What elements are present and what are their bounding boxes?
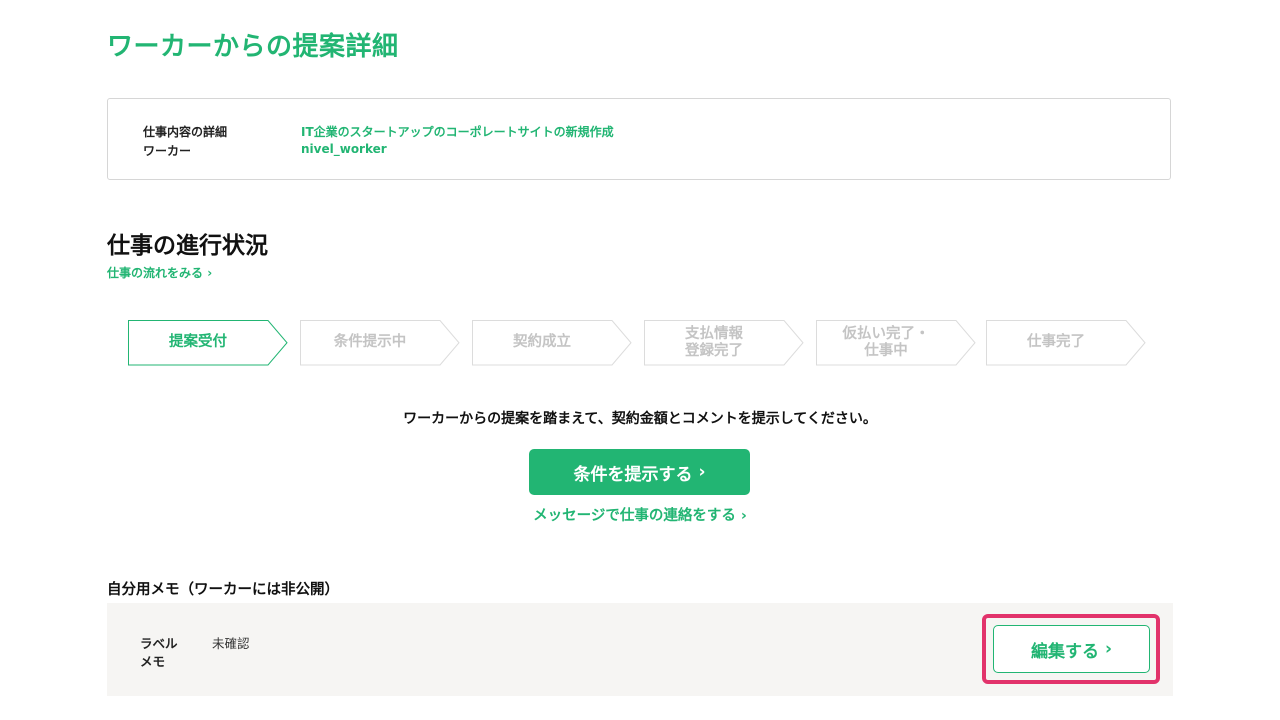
present-conditions-button[interactable]: 条件を提示する › (529, 449, 750, 495)
progress-steps: 提案受付 条件提示中 契約成立 支払情報 登録完了 仮払い完了・ 仕事中 仕事完了 (128, 320, 1148, 366)
message-link-label: メッセージで仕事の連絡をする (533, 508, 736, 524)
progress-step: 支払情報 登録完了 (644, 320, 804, 366)
progress-step-label: 提案受付 (169, 334, 227, 350)
memo-memo-key: メモ (140, 654, 166, 669)
worker-link[interactable]: nivel_worker (301, 142, 387, 156)
instruction-text: ワーカーからの提案を踏まえて、契約金額とコメントを提示してください。 (403, 411, 877, 427)
progress-step-label: 仮払い完了・ 仕事中 (842, 325, 930, 359)
job-flow-link-label: 仕事の流れをみる (107, 266, 204, 280)
edit-memo-label: 編集する (1030, 641, 1099, 662)
memo-title: 自分用メモ（ワーカーには非公開） (107, 582, 339, 598)
job-info-card: 仕事内容の詳細 IT企業のスタートアップのコーポレートサイトの新規作成 ワーカー… (107, 98, 1171, 180)
progress-step: 条件提示中 (300, 320, 460, 366)
chevron-right-icon: › (698, 462, 706, 482)
progress-step: 仮払い完了・ 仕事中 (816, 320, 976, 366)
chevron-right-icon: › (735, 508, 747, 524)
progress-step-label: 条件提示中 (333, 334, 407, 350)
page-title: ワーカーからの提案詳細 (107, 32, 399, 62)
memo-memo-row: メモ (140, 651, 165, 670)
progress-step: 仕事完了 (986, 320, 1146, 366)
message-link[interactable]: メッセージで仕事の連絡をする › (0, 504, 1280, 525)
job-flow-link[interactable]: 仕事の流れをみる › (107, 264, 212, 281)
present-conditions-label: 条件を提示する (573, 464, 693, 485)
progress-step: 契約成立 (472, 320, 632, 366)
progress-step: 提案受付 (128, 320, 288, 366)
edit-memo-button[interactable]: 編集する › (993, 625, 1150, 673)
memo-label-row: ラベル 未確認 (140, 633, 250, 652)
memo-label-key: ラベル (140, 636, 178, 651)
progress-step-label: 契約成立 (513, 334, 571, 350)
progress-step-label: 支払情報 登録完了 (685, 325, 743, 359)
chevron-right-icon: › (1104, 639, 1112, 659)
memo-label-value: 未確認 (212, 636, 250, 651)
progress-title: 仕事の進行状況 (107, 233, 268, 259)
job-detail-link[interactable]: IT企業のスタートアップのコーポレートサイトの新規作成 (301, 123, 614, 140)
chevron-right-icon: › (203, 266, 213, 280)
worker-label: ワーカー (143, 144, 192, 158)
job-detail-label: 仕事内容の詳細 (143, 125, 228, 139)
progress-step-label: 仕事完了 (1027, 334, 1085, 350)
